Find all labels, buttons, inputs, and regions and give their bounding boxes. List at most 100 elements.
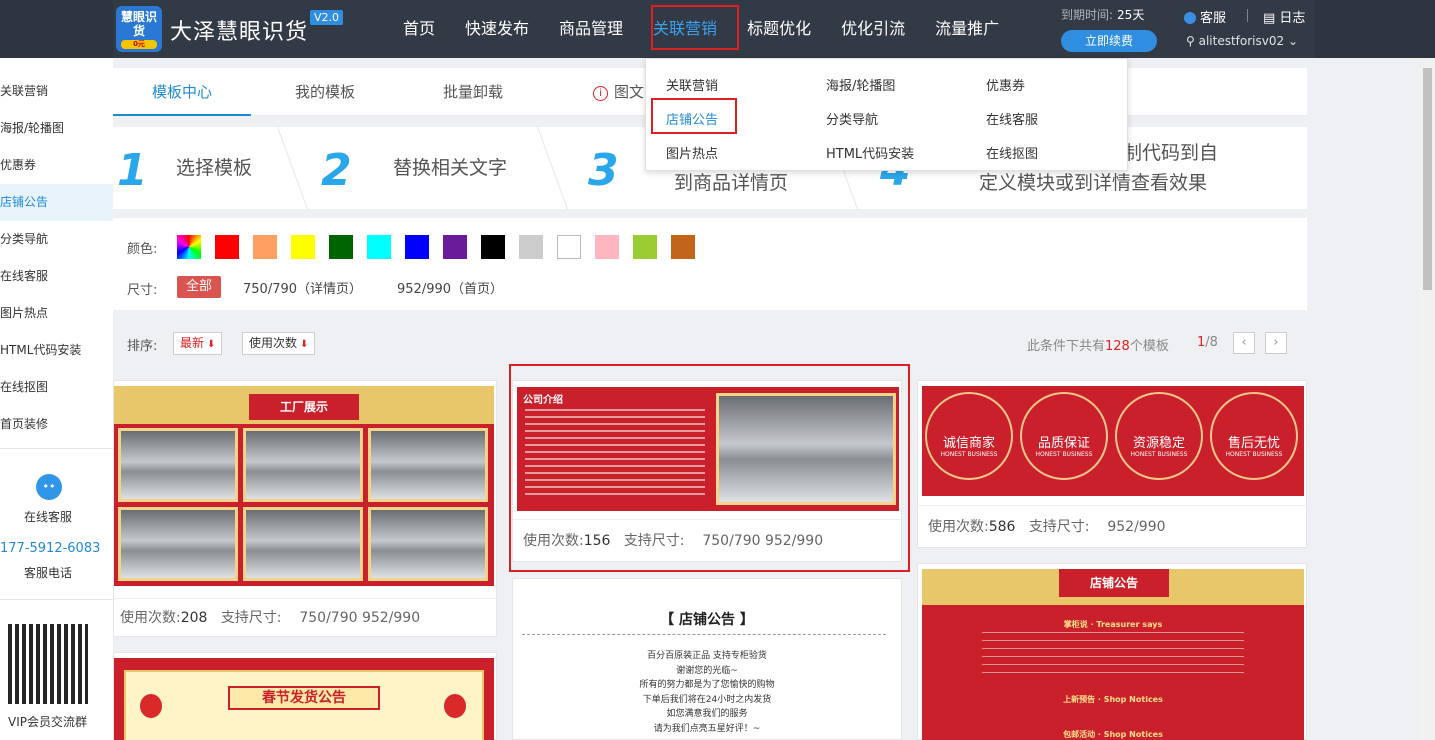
- log-link[interactable]: ▤ 日志: [1263, 7, 1305, 26]
- template-card[interactable]: 工厂展示 使用次数:208 支持尺寸: 750/790 952/990: [113, 380, 497, 637]
- qr-code-image: [8, 624, 88, 704]
- color-swatch[interactable]: [253, 235, 277, 259]
- service-link[interactable]: 客服: [1184, 7, 1226, 26]
- lantern-icon: [140, 694, 162, 718]
- menu-item-related-marketing[interactable]: 关联营销: [666, 75, 718, 94]
- factory-photo: [243, 428, 363, 502]
- template-title: 店铺公告: [1059, 569, 1169, 597]
- sidebar-divider: [0, 448, 113, 449]
- online-service-label[interactable]: 在线客服: [24, 508, 72, 525]
- version-badge: V2.0: [310, 10, 344, 25]
- prev-page-button[interactable]: ‹: [1233, 332, 1255, 354]
- logo[interactable]: 慧眼识货 0元: [116, 6, 162, 52]
- template-card[interactable]: 春节发货公告: [113, 652, 497, 740]
- nav-product-manage[interactable]: 商品管理: [544, 0, 638, 58]
- nav-traffic-optimize[interactable]: 优化引流: [826, 0, 920, 58]
- color-swatch[interactable]: [557, 235, 581, 259]
- color-swatch[interactable]: [519, 235, 543, 259]
- color-swatch[interactable]: [443, 235, 467, 259]
- color-swatch[interactable]: [291, 235, 315, 259]
- result-count: 此条件下共有128个模板: [1027, 339, 1169, 354]
- color-swatch[interactable]: [367, 235, 391, 259]
- sidebar-item-hotspot[interactable]: 图片热点: [0, 295, 113, 332]
- color-swatch[interactable]: [633, 235, 657, 259]
- marketing-dropdown-menu: 关联营销 海报/轮播图 优惠券 店铺公告 分类导航 在线客服 图片热点 HTML…: [645, 58, 1128, 171]
- step-text: 到商品详情页: [674, 172, 789, 194]
- sidebar-item-poster[interactable]: 海报/轮播图: [0, 110, 113, 147]
- color-swatch[interactable]: [329, 235, 353, 259]
- sidebar-item-html-install[interactable]: HTML代码安装: [0, 332, 113, 369]
- badge-honest: 诚信商家 HONEST BUSINESS: [925, 392, 1013, 480]
- sidebar-list: 关联营销 海报/轮播图 优惠券 店铺公告 分类导航 在线客服 图片热点 HTML…: [0, 58, 113, 443]
- user-icon: ⚲: [1186, 34, 1199, 48]
- menu-item-category-nav[interactable]: 分类导航: [826, 109, 878, 128]
- nav-quick-publish[interactable]: 快速发布: [450, 0, 544, 58]
- user-menu[interactable]: ⚲ alitestforisv02 ⌄: [1186, 34, 1298, 48]
- template-card[interactable]: 诚信商家 HONEST BUSINESS 品质保证 HONEST BUSINESS …: [917, 380, 1307, 548]
- scrollbar-thumb[interactable]: [1423, 68, 1432, 290]
- sort-usage-button[interactable]: 使用次数 ⬇: [242, 332, 316, 355]
- chat-icon[interactable]: ••: [36, 474, 62, 500]
- factory-photo: [118, 428, 238, 502]
- template-card[interactable]: 【 店铺公告 】 百分百原装正品 支持专柜验货 谢谢您的光临~ 所有的努力都是为…: [512, 578, 902, 740]
- card-footer: 使用次数:586 支持尺寸: 952/990: [918, 505, 1306, 547]
- color-swatch[interactable]: [671, 235, 695, 259]
- sidebar: 关联营销 海报/轮播图 优惠券 店铺公告 分类导航 在线客服 图片热点 HTML…: [0, 58, 113, 740]
- color-swatch[interactable]: [405, 235, 429, 259]
- sidebar-item-online-service[interactable]: 在线客服: [0, 258, 113, 295]
- template-title: 工厂展示: [249, 394, 359, 420]
- sidebar-item-category-nav[interactable]: 分类导航: [0, 221, 113, 258]
- size-option-home[interactable]: 952/990（首页）: [397, 278, 503, 297]
- color-swatch[interactable]: [481, 235, 505, 259]
- tab-my-templates[interactable]: 我的模板: [295, 68, 355, 116]
- size-all-button[interactable]: 全部: [177, 276, 221, 298]
- menu-item-online-service[interactable]: 在线客服: [986, 109, 1038, 128]
- menu-item-poster[interactable]: 海报/轮播图: [826, 75, 895, 94]
- template-thumbnail: 春节发货公告: [114, 658, 494, 740]
- color-label: 颜色:: [127, 242, 158, 257]
- sort-bar: 排序: 最新 ⬇ 使用次数 ⬇ 此条件下共有128个模板 1/8 ‹ ›: [113, 324, 1307, 362]
- notice-text-lines: [982, 632, 1244, 676]
- template-card[interactable]: 店铺公告 掌柜说 · Treasurer says 上新预告 · Shop No…: [917, 563, 1307, 740]
- sidebar-item-related-marketing[interactable]: 关联营销: [0, 73, 113, 110]
- template-thumbnail: 诚信商家 HONEST BUSINESS 品质保证 HONEST BUSINESS …: [922, 386, 1304, 496]
- menu-item-cutout[interactable]: 在线抠图: [986, 143, 1038, 162]
- menu-item-hotspot[interactable]: 图片热点: [666, 143, 718, 162]
- tab-template-center[interactable]: 模板中心: [113, 68, 251, 116]
- color-swatch[interactable]: [595, 235, 619, 259]
- qr-label: VIP会员交流群: [8, 715, 87, 729]
- sort-newest-button[interactable]: 最新 ⬇: [173, 332, 223, 355]
- chevron-down-icon: ⌄: [1284, 34, 1299, 48]
- arrow-down-icon: ⬇: [207, 339, 216, 350]
- sidebar-item-shop-notice[interactable]: 店铺公告: [0, 184, 113, 221]
- nav-title-optimize[interactable]: 标题优化: [732, 0, 826, 58]
- scrollbar[interactable]: [1420, 58, 1435, 740]
- sidebar-item-home-decor[interactable]: 首页装修: [0, 406, 113, 443]
- menu-highlight-box: [651, 98, 737, 134]
- sidebar-item-coupon[interactable]: 优惠券: [0, 147, 113, 184]
- nav-highlight-box: [651, 5, 739, 50]
- next-page-button[interactable]: ›: [1265, 332, 1287, 354]
- color-swatch[interactable]: [215, 235, 239, 259]
- nav-traffic-promote[interactable]: 流量推广: [920, 0, 1014, 58]
- badge-stable: 资源稳定 HONEST BUSINESS: [1115, 392, 1203, 480]
- tab-image-text[interactable]: i 图文: [593, 68, 644, 116]
- tab-batch-uninstall[interactable]: 批量卸载: [443, 68, 503, 116]
- step-divider: [248, 127, 308, 209]
- nav-home[interactable]: 首页: [388, 0, 450, 58]
- sort-label: 排序:: [127, 339, 158, 354]
- renew-button[interactable]: 立即续费: [1061, 30, 1157, 52]
- step-text: 制代码到自: [1123, 142, 1219, 164]
- notice-lines: 百分百原装正品 支持专柜验货 谢谢您的光临~ 所有的努力都是为了您愉快的购物 下…: [639, 651, 775, 734]
- log-icon: ▤: [1263, 11, 1280, 26]
- expire-info: 到期时间: 25天: [1061, 8, 1145, 22]
- menu-item-html-install[interactable]: HTML代码安装: [826, 143, 914, 162]
- service-icon: [1184, 12, 1196, 24]
- menu-item-coupon[interactable]: 优惠券: [986, 75, 1025, 94]
- size-option-detail[interactable]: 750/790（详情页）: [243, 278, 362, 297]
- factory-photo: [368, 428, 488, 502]
- sidebar-item-cutout[interactable]: 在线抠图: [0, 369, 113, 406]
- step-text: 选择模板: [176, 157, 253, 179]
- color-swatch[interactable]: [177, 235, 201, 259]
- step-number: 2: [321, 145, 352, 196]
